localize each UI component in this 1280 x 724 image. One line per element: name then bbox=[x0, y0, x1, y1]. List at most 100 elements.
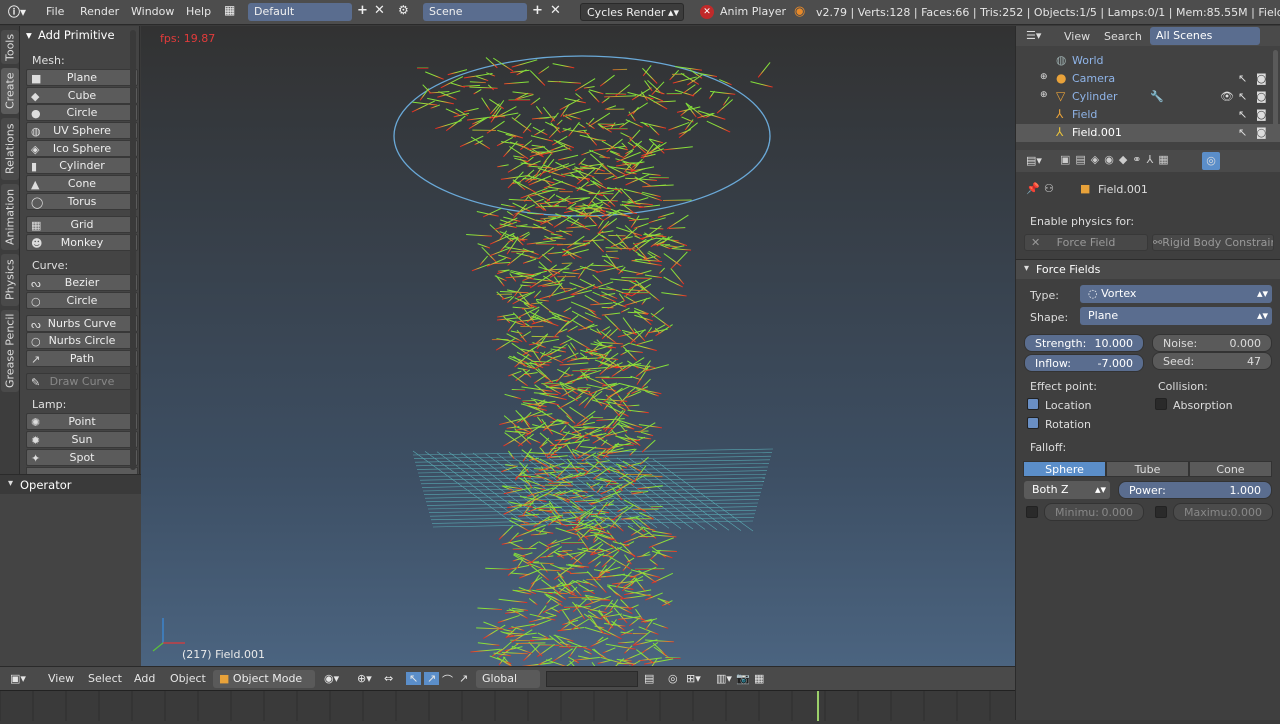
rigid-body-constraint-button[interactable]: ⚯Rigid Body Constraint bbox=[1152, 234, 1274, 251]
render-toggle-icon[interactable]: ◙ bbox=[1256, 90, 1267, 103]
add-grid-button[interactable]: ▦Grid bbox=[26, 216, 138, 233]
visibility-eye-icon[interactable]: 👁 bbox=[1220, 90, 1234, 103]
layer-buttons[interactable] bbox=[546, 671, 638, 687]
select-arrow-icon[interactable]: ↖ bbox=[1238, 108, 1247, 121]
physics-tab-icon[interactable]: ◎ bbox=[1202, 152, 1220, 170]
pin-icon[interactable]: 📌 bbox=[1026, 182, 1040, 195]
menu-view[interactable]: View bbox=[48, 672, 74, 685]
tab-physics[interactable]: Physics bbox=[1, 254, 19, 306]
force-field-button[interactable]: ✕Force Field bbox=[1024, 234, 1148, 251]
render-engine-dropdown[interactable]: Cycles Render▴▾ bbox=[580, 3, 684, 21]
type-dropdown[interactable]: ◌ Vortex▴▾ bbox=[1080, 285, 1272, 303]
anim-player-button[interactable]: Anim Player bbox=[720, 5, 786, 18]
proportional-edit-icon[interactable]: ◎ bbox=[668, 672, 678, 685]
add-curve-circle-button[interactable]: ○Circle bbox=[26, 292, 138, 309]
maximum-distance-field[interactable]: Maximu:0.000 bbox=[1173, 503, 1273, 521]
add-path-button[interactable]: ↗Path bbox=[26, 350, 138, 367]
properties-editor-icon[interactable]: ▤▾ bbox=[1026, 154, 1042, 167]
location-checkbox[interactable] bbox=[1027, 398, 1039, 410]
manipulator-icon[interactable]: ⇔ bbox=[384, 672, 393, 685]
menu-window[interactable]: Window bbox=[131, 5, 174, 18]
add-ico-sphere-button[interactable]: ◈Ico Sphere bbox=[26, 140, 138, 157]
shape-dropdown[interactable]: Plane▴▾ bbox=[1080, 307, 1272, 325]
opengl-render-icon[interactable]: ▦ bbox=[754, 672, 764, 685]
snap-target-icon[interactable]: ▥▾ bbox=[716, 672, 732, 685]
scene-icon[interactable]: ⚙ bbox=[398, 3, 409, 17]
add-point-lamp-button[interactable]: ✺Point bbox=[26, 413, 138, 430]
menu-help[interactable]: Help bbox=[186, 5, 211, 18]
outliner-item-field-001[interactable]: ⅄Field.001↖◙ bbox=[1016, 124, 1280, 142]
add-nurbs-circle-button[interactable]: ○Nurbs Circle bbox=[26, 332, 138, 349]
cancel-icon[interactable]: ✕ bbox=[700, 5, 714, 19]
timeline[interactable] bbox=[0, 690, 1015, 720]
layout-grid-icon[interactable]: ▦ bbox=[224, 3, 235, 17]
operator-panel-header[interactable]: ▾ Operator bbox=[0, 474, 141, 494]
add-sun-lamp-button[interactable]: ✹Sun bbox=[26, 431, 138, 448]
menu-render[interactable]: Render bbox=[80, 5, 119, 18]
panel-collapse-icon[interactable]: ▾ bbox=[26, 28, 32, 42]
power-field[interactable]: Power:1.000 bbox=[1118, 481, 1272, 499]
orientation-dropdown[interactable]: Global bbox=[476, 670, 540, 688]
add-plane-button[interactable]: ■Plane bbox=[26, 69, 138, 86]
3d-viewport[interactable] bbox=[141, 26, 1015, 666]
inflow-field[interactable]: Inflow:-7.000 bbox=[1024, 354, 1144, 372]
menu-file[interactable]: File bbox=[46, 5, 64, 18]
outliner-item-world[interactable]: ◍World bbox=[1016, 52, 1280, 70]
rotate-icon[interactable]: ↗ bbox=[424, 672, 439, 685]
render-toggle-icon[interactable]: ◙ bbox=[1256, 72, 1267, 85]
noise-field[interactable]: Noise:0.000 bbox=[1152, 334, 1272, 352]
render-toggle-icon[interactable]: ◙ bbox=[1256, 126, 1267, 139]
translate-icon[interactable]: ↖ bbox=[406, 672, 421, 685]
outliner-editor-icon[interactable]: ☰▾ bbox=[1026, 29, 1041, 42]
add-bezier-button[interactable]: ᔓBezier bbox=[26, 274, 138, 291]
add-nurbs-curve-button[interactable]: ᔓNurbs Curve bbox=[26, 315, 138, 332]
absorption-checkbox[interactable] bbox=[1155, 398, 1167, 410]
add-cylinder-button[interactable]: ▮Cylinder bbox=[26, 157, 138, 174]
draw-curve-button[interactable]: ✎Draw Curve bbox=[26, 373, 138, 390]
menu-object[interactable]: Object bbox=[170, 672, 206, 685]
layout-dropdown[interactable]: Default bbox=[248, 3, 352, 21]
select-arrow-icon[interactable]: ↖ bbox=[1238, 90, 1247, 103]
falloff-tube-tab[interactable]: Tube bbox=[1106, 461, 1189, 477]
layer-lock-icon[interactable]: ▤ bbox=[644, 672, 654, 685]
falloff-sphere-tab[interactable]: Sphere bbox=[1023, 461, 1106, 477]
select-arrow-icon[interactable]: ↖ bbox=[1238, 126, 1247, 139]
rotation-checkbox[interactable] bbox=[1027, 417, 1039, 429]
outliner-item-camera[interactable]: ⊕●Camera↖◙ bbox=[1016, 70, 1280, 88]
add-spot-lamp-button[interactable]: ✦Spot bbox=[26, 449, 138, 466]
z-direction-dropdown[interactable]: Both Z▴▾ bbox=[1024, 481, 1110, 499]
menu-add[interactable]: Add bbox=[134, 672, 155, 685]
scene-dropdown[interactable]: Scene bbox=[423, 3, 527, 21]
use-maximum-checkbox[interactable] bbox=[1155, 506, 1167, 518]
tool-panel-scrollbar[interactable] bbox=[130, 30, 136, 470]
add-torus-button[interactable]: ◯Torus bbox=[26, 193, 138, 210]
add-cone-button[interactable]: ▲Cone bbox=[26, 175, 138, 192]
falloff-cone-tab[interactable]: Cone bbox=[1189, 461, 1272, 477]
scale-icon[interactable]: ⌒ bbox=[442, 672, 453, 688]
select-arrow-icon[interactable]: ↖ bbox=[1238, 72, 1247, 85]
remove-layout-icon[interactable]: ✕ bbox=[374, 3, 385, 18]
tab-relations[interactable]: Relations bbox=[1, 118, 19, 180]
add-uv-sphere-button[interactable]: ◍UV Sphere bbox=[26, 122, 138, 139]
snap-icon[interactable]: ⊞▾ bbox=[686, 672, 701, 685]
render-toggle-icon[interactable]: ◙ bbox=[1256, 108, 1267, 121]
use-minimum-checkbox[interactable] bbox=[1026, 506, 1038, 518]
outliner-menu-search[interactable]: Search bbox=[1104, 30, 1142, 43]
add-circle-button[interactable]: ●Circle bbox=[26, 104, 138, 121]
tab-create[interactable]: Create bbox=[1, 68, 19, 114]
tab-grease-pencil[interactable]: Grease Pencil bbox=[1, 310, 19, 392]
remove-scene-icon[interactable]: ✕ bbox=[550, 3, 561, 18]
minimum-distance-field[interactable]: Minimu:0.000 bbox=[1044, 503, 1144, 521]
info-editor-icon[interactable]: ⓘ▾ bbox=[8, 3, 26, 20]
outliner-item-cylinder[interactable]: ⊕▽Cylinder🔧👁↖◙ bbox=[1016, 88, 1280, 106]
shading-icon[interactable]: ◉▾ bbox=[324, 672, 339, 685]
tab-tools[interactable]: Tools bbox=[1, 30, 19, 64]
add-cube-button[interactable]: ◆Cube bbox=[26, 87, 138, 104]
editor-type-icon[interactable]: ▣▾ bbox=[10, 672, 26, 685]
tab-animation[interactable]: Animation bbox=[1, 184, 19, 250]
outliner-filter-dropdown[interactable]: All Scenes bbox=[1150, 27, 1260, 45]
add-monkey-button[interactable]: ☻Monkey bbox=[26, 234, 138, 251]
pivot-icon[interactable]: ⊕▾ bbox=[357, 672, 372, 685]
context-tabs[interactable]: ▣▤◈◉◆⚭⅄▦ bbox=[1060, 153, 1174, 166]
outliner-item-field[interactable]: ⅄Field↖◙ bbox=[1016, 106, 1280, 124]
